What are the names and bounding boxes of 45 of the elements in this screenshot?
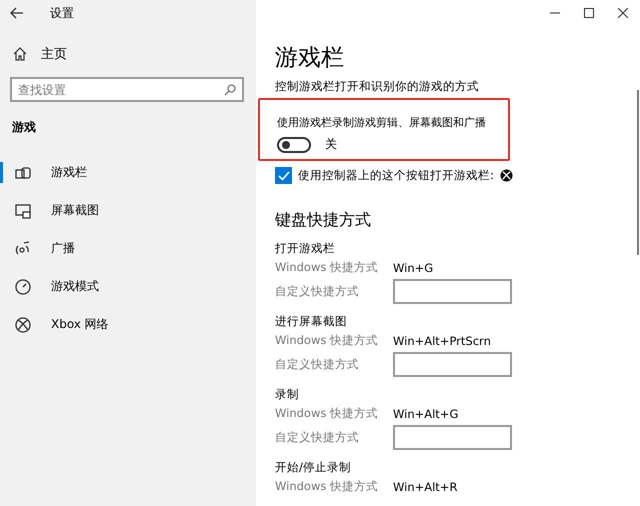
shortcut-label: 自定义快捷方式 (275, 430, 360, 445)
maximize-icon (584, 8, 594, 18)
section-heading: 游戏 (12, 119, 37, 136)
window-title: 设置 (50, 4, 74, 22)
search-icon (224, 84, 236, 96)
nav-icon (14, 278, 32, 296)
nav-item[interactable]: 屏幕截图 (0, 200, 256, 221)
group-heading: 开始/停止录制 (275, 460, 352, 475)
shortcut-label: Windows 快捷方式 (275, 333, 379, 348)
shortcut-label: 自定义快捷方式 (275, 284, 360, 299)
nav-item[interactable]: 游戏模式 (0, 276, 256, 297)
checkbox-label: 使用控制器上的这个按钮打开游戏栏: (298, 168, 494, 183)
shortcut-input[interactable] (393, 352, 512, 377)
nav-item[interactable]: 广播 (0, 238, 256, 259)
description-text: 控制游戏栏打开和识别你的游戏的方式 (275, 79, 480, 94)
shortcut-label: Windows 快捷方式 (275, 260, 379, 275)
shortcut-value: Win+Alt+G (393, 406, 460, 420)
page-title: 游戏栏 (275, 44, 345, 72)
xbox-icon (500, 169, 513, 182)
section-heading: 键盘快捷方式 (275, 210, 372, 231)
group-heading: 打开游戏栏 (275, 241, 336, 256)
shortcut-value: Win+Alt+R (393, 480, 458, 494)
group-heading: 进行屏幕截图 (275, 314, 348, 329)
search-field[interactable]: 查找设置 (10, 77, 244, 102)
shortcut-label: Windows 快捷方式 (275, 479, 379, 494)
back-icon[interactable] (10, 7, 24, 19)
close-icon (618, 8, 628, 18)
nav-icon (14, 202, 32, 220)
nav-icon (14, 316, 32, 334)
checkbox[interactable] (275, 167, 292, 184)
nav-item[interactable]: Xbox 网络 (0, 314, 256, 335)
home-link[interactable]: 主页 (13, 45, 67, 63)
shortcut-value: Win+G (393, 260, 434, 274)
scrollbar[interactable] (637, 90, 639, 255)
group-heading: 录制 (275, 387, 300, 402)
shortcut-input[interactable] (393, 279, 512, 304)
shortcut-label: Windows 快捷方式 (275, 406, 379, 421)
shortcut-label: 自定义快捷方式 (275, 357, 360, 372)
check-icon (278, 170, 290, 180)
toggle-state: 关 (325, 136, 337, 153)
home-icon (13, 47, 27, 61)
toggle-switch[interactable] (277, 136, 311, 152)
shortcut-input[interactable] (393, 425, 512, 450)
shortcut-value: Win+Alt+PrtScrn (393, 334, 492, 348)
toggle-label: 使用游戏栏录制游戏剪辑、屏幕截图和广播 (277, 115, 487, 130)
